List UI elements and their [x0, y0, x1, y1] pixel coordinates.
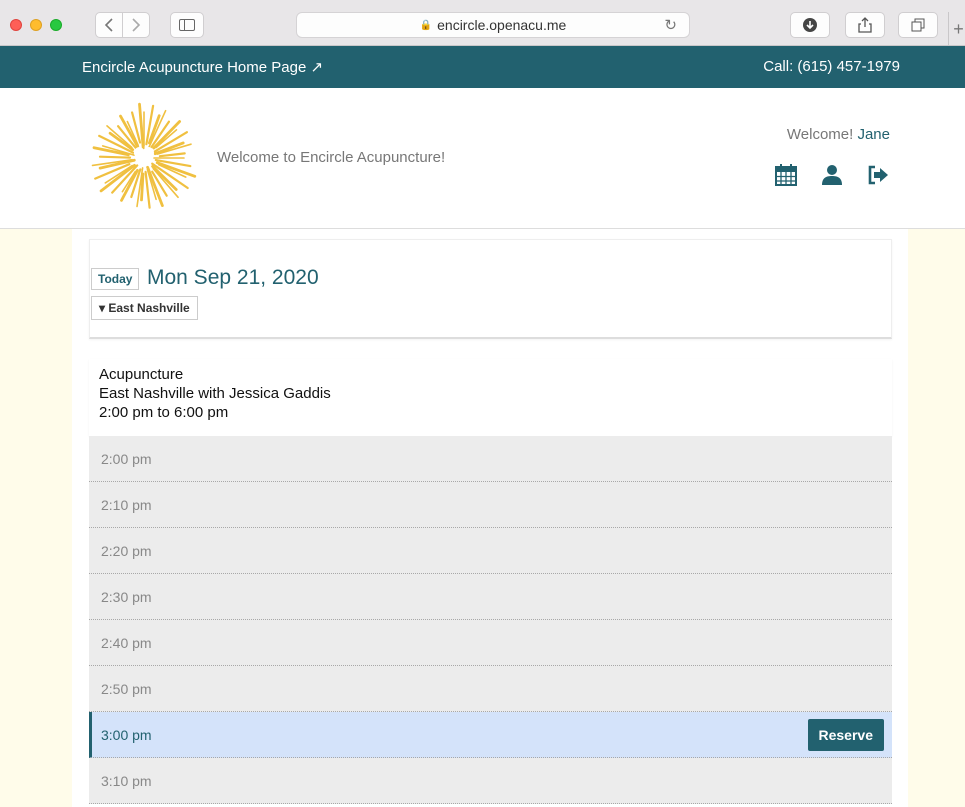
downloads-button[interactable]: [790, 12, 830, 38]
user-name-link[interactable]: Jane: [857, 126, 890, 143]
time-slot[interactable]: 2:40 pm: [89, 620, 892, 666]
address-bar[interactable]: 🔒 encircle.openacu.me ↻: [296, 12, 690, 38]
lock-icon: 🔒: [419, 19, 433, 31]
selected-date: Mon Sep 21, 2020: [147, 266, 319, 289]
welcome-prefix: Welcome!: [786, 126, 858, 143]
time-slot[interactable]: 2:00 pm: [89, 436, 892, 482]
tabs-icon: [911, 18, 925, 32]
time-slot-selected[interactable]: 3:00 pm Reserve: [89, 712, 892, 758]
calendar-icon[interactable]: [774, 163, 798, 187]
date-navigation: Today Mon Sep 21, 2020 ▾ East Nashville: [89, 239, 892, 339]
welcome-tagline: Welcome to Encircle Acupuncture!: [217, 149, 446, 166]
back-button[interactable]: [95, 12, 123, 38]
appointment-type: Acupuncture: [99, 366, 184, 383]
forward-button[interactable]: [122, 12, 150, 38]
appointment-location-practitioner: East Nashville with Jessica Gaddis: [99, 385, 331, 402]
slot-time: 2:00 pm: [101, 451, 152, 467]
time-slot[interactable]: 2:20 pm: [89, 528, 892, 574]
sidebar-toggle-button[interactable]: [170, 12, 204, 38]
logo-heart: [134, 147, 154, 166]
minimize-window-button[interactable]: [30, 19, 42, 31]
user-icon[interactable]: [820, 163, 844, 187]
close-window-button[interactable]: [10, 19, 22, 31]
slot-time: 3:10 pm: [101, 773, 152, 789]
schedule-card: Today Mon Sep 21, 2020 ▾ East Nashville …: [72, 229, 908, 807]
site-topbar: Encircle Acupuncture Home Page ↗ Call: (…: [0, 46, 965, 88]
call-phone-link[interactable]: Call: (615) 457-1979: [763, 58, 900, 75]
time-slot[interactable]: 2:10 pm: [89, 482, 892, 528]
share-icon: [858, 17, 872, 33]
home-page-link[interactable]: Encircle Acupuncture Home Page ↗: [82, 58, 323, 76]
slot-time: 2:50 pm: [101, 681, 152, 697]
slot-time: 2:40 pm: [101, 635, 152, 651]
welcome-user: Welcome! Jane: [787, 126, 890, 143]
chevron-left-icon: [104, 18, 113, 32]
chevron-right-icon: [132, 18, 141, 32]
new-tab-button[interactable]: +: [948, 12, 965, 46]
time-slot[interactable]: 3:10 pm: [89, 758, 892, 804]
reload-icon[interactable]: ↻: [664, 16, 677, 34]
logo-ray: [158, 152, 186, 158]
logo-ray: [98, 155, 132, 159]
tab-overview-button[interactable]: [898, 12, 938, 38]
time-slot[interactable]: 2:50 pm: [89, 666, 892, 712]
download-icon: [803, 18, 817, 32]
reserve-button[interactable]: Reserve: [807, 719, 884, 751]
time-slot-list: 2:00 pm 2:10 pm 2:20 pm 2:30 pm 2:40 pm …: [89, 436, 892, 804]
sidebar-icon: [179, 19, 195, 31]
sign-out-icon[interactable]: [866, 163, 890, 187]
today-button[interactable]: Today: [91, 268, 140, 290]
logo-ray: [155, 161, 197, 178]
slot-time: 2:30 pm: [101, 589, 152, 605]
browser-toolbar: 🔒 encircle.openacu.me ↻ +: [0, 0, 965, 46]
appointment-hours: 2:00 pm to 6:00 pm: [99, 404, 229, 421]
site-header: Welcome to Encircle Acupuncture! Welcome…: [0, 88, 965, 229]
slot-time: 2:10 pm: [101, 497, 152, 513]
zoom-window-button[interactable]: [50, 19, 62, 31]
share-button[interactable]: [845, 12, 885, 38]
encircle-logo: [91, 102, 197, 209]
slot-time: 3:00 pm: [101, 727, 152, 743]
appointment-info: Acupuncture East Nashville with Jessica …: [89, 359, 892, 436]
slot-time: 2:20 pm: [101, 543, 152, 559]
location-dropdown[interactable]: ▾ East Nashville: [91, 296, 198, 320]
time-slot[interactable]: 2:30 pm: [89, 574, 892, 620]
header-icon-group: [774, 163, 890, 187]
url-text: encircle.openacu.me: [437, 17, 567, 33]
